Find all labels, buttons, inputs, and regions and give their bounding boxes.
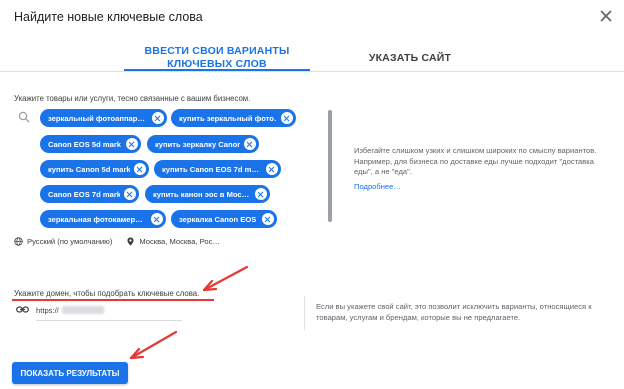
chip-label: Canon EOS 5d mark xyxy=(48,139,122,149)
close-circle-icon[interactable] xyxy=(266,163,278,175)
keywords-instruction: Укажите товары или услуги, тесно связанн… xyxy=(14,94,251,103)
chip-label: купить Canon 5d mark xyxy=(48,164,130,174)
keyword-chip[interactable]: Canon EOS 7d mark xyxy=(40,185,139,203)
chip-label: Canon EOS 7d mark xyxy=(48,189,120,199)
keyword-chip[interactable]: зеркальная фотокамер… xyxy=(40,210,166,228)
close-circle-icon[interactable] xyxy=(134,163,146,175)
annotation-arrow-icon xyxy=(129,330,178,360)
site-url-input[interactable]: https:// xyxy=(36,306,59,315)
location-label: Москва, Москва, Рос… xyxy=(139,237,220,246)
keyword-chip[interactable]: зеркальный фотоаппар… xyxy=(40,109,167,127)
close-icon[interactable] xyxy=(598,8,614,24)
dialog-title: Найдите новые ключевые слова xyxy=(14,10,203,24)
keyword-chip[interactable]: купить зеркалку Canon xyxy=(147,135,259,153)
chip-label: зеркальный фотоаппар… xyxy=(48,113,146,123)
close-circle-icon[interactable] xyxy=(244,138,256,150)
chip-label: купить зеркальный фото… xyxy=(179,113,277,123)
close-circle-icon[interactable] xyxy=(152,112,164,124)
keyword-chip[interactable]: зеркалка Canon EOS xyxy=(171,210,277,228)
globe-icon xyxy=(14,237,23,246)
close-circle-icon[interactable] xyxy=(151,213,163,225)
domain-hint: Если вы укажете свой сайт, это позволит … xyxy=(316,302,592,322)
tab-enter-site[interactable]: Указать сайт xyxy=(350,52,470,65)
keyword-chip[interactable]: купить зеркальный фото… xyxy=(171,109,296,127)
annotation-underline xyxy=(12,299,214,301)
chip-label: зеркалка Canon EOS xyxy=(179,214,257,224)
keyword-chips[interactable]: зеркальный фотоаппар… купить зеркальный … xyxy=(40,109,324,233)
keyword-chip[interactable]: купить Canon 5d mark xyxy=(40,160,149,178)
url-input-underline xyxy=(36,320,182,321)
tab-enter-keywords[interactable]: Ввести свои варианты ключевых слов xyxy=(124,45,310,71)
annotation-arrow-icon xyxy=(202,265,249,292)
domain-label: Укажите домен, чтобы подобрать ключевые … xyxy=(14,289,200,298)
language-selector[interactable]: Русский (по умолчанию) xyxy=(27,237,112,246)
keyword-chip[interactable]: Canon EOS 5d mark xyxy=(40,135,141,153)
chip-label: купить зеркалку Canon xyxy=(155,139,240,149)
location-selector[interactable]: Москва, Москва, Рос… xyxy=(126,237,220,246)
keyword-chip[interactable]: купить Canon EOS 7d m… xyxy=(154,160,281,178)
vertical-divider xyxy=(304,296,305,330)
tabs-divider xyxy=(0,71,624,72)
chip-label: купить Canon EOS 7d m… xyxy=(162,164,259,174)
close-circle-icon[interactable] xyxy=(262,213,274,225)
search-icon xyxy=(18,111,30,123)
keyword-chip[interactable]: купить канон эос в Мос… xyxy=(145,185,270,203)
link-icon xyxy=(16,306,29,313)
chips-scrollbar[interactable] xyxy=(328,110,332,222)
location-pin-icon xyxy=(127,237,134,246)
close-circle-icon[interactable] xyxy=(255,188,267,200)
targeting-row: Русский (по умолчанию) Москва, Москва, Р… xyxy=(14,237,220,246)
show-results-button[interactable]: Показать результаты xyxy=(12,362,128,384)
close-circle-icon[interactable] xyxy=(281,112,293,124)
close-circle-icon[interactable] xyxy=(126,138,138,150)
learn-more-link[interactable]: Подробнее… xyxy=(354,182,401,191)
chip-label: зеркальная фотокамер… xyxy=(48,214,143,224)
close-circle-icon[interactable] xyxy=(124,188,136,200)
keywords-hint: Избегайте слишком узких и слишком широки… xyxy=(354,146,597,176)
redacted-domain xyxy=(62,306,104,314)
chip-label: купить канон эос в Мос… xyxy=(153,189,250,199)
